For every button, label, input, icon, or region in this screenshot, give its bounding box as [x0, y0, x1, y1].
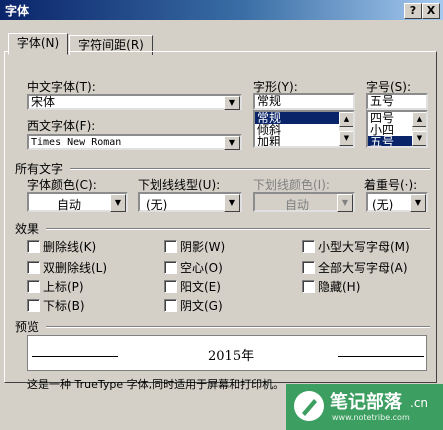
emphasis-label: 着重号(·):: [364, 178, 418, 192]
underline-color-select: 自动 ▼: [253, 192, 355, 212]
engrave-label[interactable]: 阴文(G): [180, 297, 223, 314]
engrave-checkbox[interactable]: [164, 299, 177, 312]
underline-color-value: 自动: [285, 198, 310, 212]
divider: [46, 228, 430, 230]
shadow-checkbox[interactable]: [164, 240, 177, 253]
underline-color-label: 下划线颜色(I):: [253, 178, 330, 192]
strikethrough-checkbox[interactable]: [27, 240, 40, 253]
font-color-label: 字体颜色(C):: [27, 178, 97, 192]
effects-section-label: 效果: [15, 222, 40, 236]
double-strikethrough-checkbox[interactable]: [27, 261, 40, 274]
chinese-font-label: 中文字体(T):: [27, 80, 96, 94]
preview-box: 2015年: [27, 335, 427, 371]
watermark-url: www.notetribe.com: [332, 413, 410, 422]
tab-font[interactable]: 字体(N): [8, 33, 68, 55]
scroll-down-icon[interactable]: ▼: [412, 131, 426, 146]
scrollbar[interactable]: ▲ ▼: [339, 112, 353, 146]
western-font-value: Times New Roman: [31, 137, 122, 148]
window-title: 字体: [5, 4, 30, 18]
underline-style-select[interactable]: (无) ▼: [138, 192, 242, 212]
outline-label[interactable]: 空心(O): [180, 259, 223, 276]
emboss-label[interactable]: 阳文(E): [180, 278, 221, 295]
chinese-font-value: 宋体: [31, 95, 56, 109]
subscript-checkbox[interactable]: [27, 299, 40, 312]
chevron-down-icon[interactable]: ▼: [224, 194, 240, 212]
style-value: 常规: [257, 94, 282, 108]
close-button[interactable]: X: [422, 3, 440, 19]
small-caps-label[interactable]: 小型大写字母(M): [318, 238, 410, 255]
superscript-checkbox[interactable]: [27, 280, 40, 293]
emboss-checkbox[interactable]: [164, 280, 177, 293]
font-color-select[interactable]: 自动 ▼: [27, 192, 128, 212]
all-text-section-label: 所有文字: [15, 162, 64, 176]
chinese-font-select[interactable]: 宋体 ▼: [27, 94, 242, 110]
small-caps-checkbox[interactable]: [302, 240, 315, 253]
chevron-down-icon[interactable]: ▼: [224, 96, 240, 110]
double-strikethrough-label[interactable]: 双删除线(L): [43, 259, 107, 276]
pen-icon: [294, 391, 324, 421]
emphasis-select[interactable]: (无) ▼: [366, 192, 428, 212]
divider: [70, 168, 430, 170]
western-font-select[interactable]: Times New Roman ▼: [27, 134, 242, 150]
help-button[interactable]: ?: [404, 3, 422, 19]
chevron-down-icon[interactable]: ▼: [224, 136, 240, 150]
scrollbar[interactable]: ▲ ▼: [412, 112, 426, 146]
chevron-down-icon[interactable]: ▼: [110, 194, 126, 212]
scroll-up-icon[interactable]: ▲: [412, 112, 426, 127]
scroll-up-icon[interactable]: ▲: [339, 112, 353, 127]
font-color-value: 自动: [57, 198, 82, 212]
preview-section-label: 预览: [15, 320, 40, 334]
divider: [46, 326, 430, 328]
watermark-suffix: .cn: [410, 396, 429, 410]
emphasis-value: (无): [372, 198, 394, 212]
preview-line-left: [32, 356, 118, 357]
scroll-down-icon[interactable]: ▼: [339, 131, 353, 146]
preview-line-right: [338, 356, 424, 357]
font-description: 这是一种 TrueType 字体,同时适用于屏幕和打印机。: [27, 378, 285, 391]
title-bar: [0, 0, 443, 20]
underline-style-label: 下划线线型(U):: [138, 178, 221, 192]
underline-style-value: (无): [146, 198, 168, 212]
style-input[interactable]: 常规: [253, 93, 355, 110]
watermark-title: 笔记部落: [330, 392, 402, 413]
watermark: 笔记部落 .cn www.notetribe.com: [286, 384, 443, 430]
western-font-label: 西文字体(F):: [27, 119, 96, 133]
size-value: 五号: [370, 94, 395, 108]
size-input[interactable]: 五号: [366, 93, 428, 110]
chevron-down-icon: ▼: [337, 194, 353, 212]
hidden-label[interactable]: 隐藏(H): [318, 278, 360, 295]
superscript-label[interactable]: 上标(P): [43, 278, 84, 295]
subscript-label[interactable]: 下标(B): [43, 297, 85, 314]
hidden-checkbox[interactable]: [302, 280, 315, 293]
preview-sample: 2015年: [208, 349, 255, 364]
style-list[interactable]: 常规 倾斜 加粗 ▲ ▼: [253, 110, 355, 148]
all-caps-label[interactable]: 全部大写字母(A): [318, 259, 408, 276]
shadow-label[interactable]: 阴影(W): [180, 238, 225, 255]
strikethrough-label[interactable]: 删除线(K): [43, 238, 96, 255]
all-caps-checkbox[interactable]: [302, 261, 315, 274]
size-list[interactable]: 四号 小四 五号 ▲ ▼: [366, 110, 428, 148]
chevron-down-icon[interactable]: ▼: [410, 194, 426, 212]
outline-checkbox[interactable]: [164, 261, 177, 274]
